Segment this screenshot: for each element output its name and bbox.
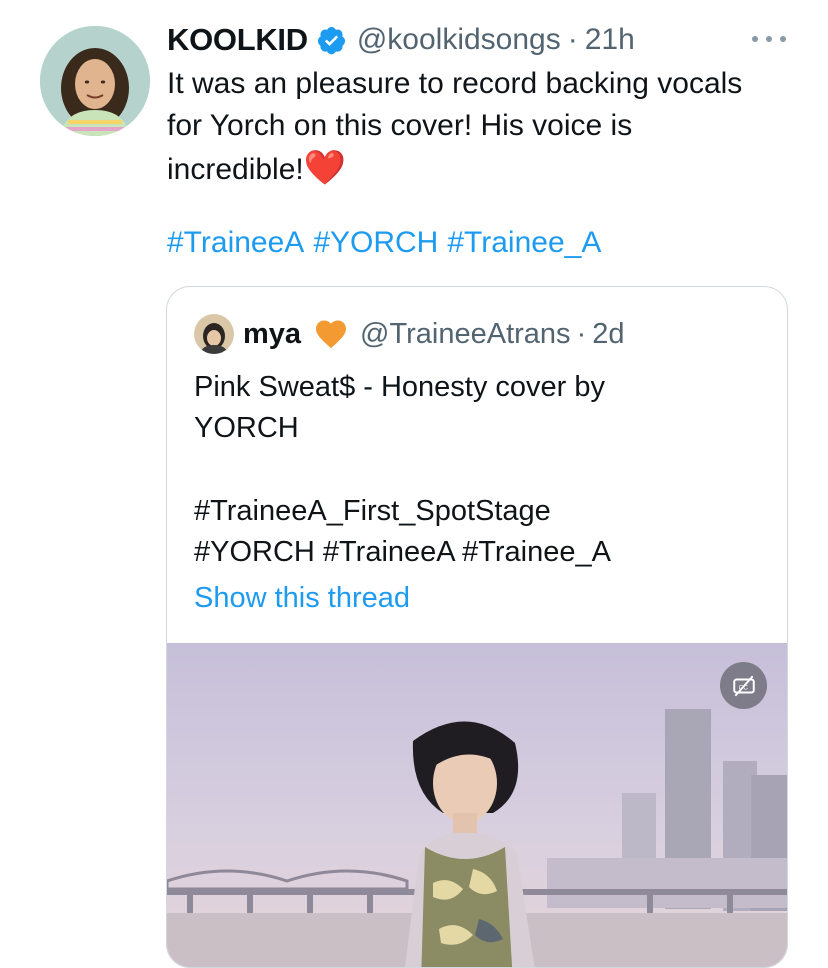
hashtag-link[interactable]: #Trainee_A [447,226,601,259]
quoted-author-avatar[interactable] [194,314,234,354]
tweet-header: KOOLKID @koolkidsongs · 21h [167,20,635,60]
more-options-icon[interactable] [752,26,786,52]
tweet-text: It was an pleasure to record backing voc… [167,63,807,191]
more-dot [752,36,758,42]
tweet-text-line: for Yorch on this cover! His voice is [167,109,633,142]
more-dot [766,36,772,42]
separator-dot: · [567,23,578,56]
tweet-text-line: It was an pleasure to record backing voc… [167,67,743,100]
video-thumbnail[interactable] [167,643,787,967]
captions-off-icon[interactable]: CC [720,662,767,709]
tweet-text-line: incredible!❤️ [167,147,807,191]
author-handle[interactable]: @koolkidsongs [357,23,561,57]
hashtag-link[interactable]: #YORCH [313,226,438,259]
quoted-tweet-text: Pink Sweat$ - Honesty cover by YORCH [194,367,754,449]
red-heart-emoji: ❤️ [303,149,347,187]
hashtag-link[interactable]: #TraineeA [167,226,304,259]
tweet-text-line-content: incredible! [167,153,304,186]
quoted-text-line: YORCH [194,412,299,444]
quoted-hashtags: #TraineeA_First_SpotStage #YORCH #Traine… [194,491,754,573]
quoted-author-handle[interactable]: @TraineeAtrans [360,318,571,351]
quoted-tweet-header: mya @TraineeAtrans · 2d [194,314,625,354]
author-name[interactable]: KOOLKID [167,22,308,58]
captions-icon-glyph: CC [732,675,755,696]
video-frame-image [167,643,787,967]
quoted-timestamp[interactable]: 2d [592,318,624,351]
quoted-text-line: Pink Sweat$ - Honesty cover by [194,371,606,403]
quoted-avatar-image [194,314,234,354]
avatar-image [40,26,150,136]
author-avatar[interactable] [40,26,150,136]
more-dot [780,36,786,42]
tweet-timestamp[interactable]: 21h [585,23,635,57]
tweet-hashtags: #TraineeA #YORCH #Trainee_A [167,226,610,260]
verified-badge-icon [317,26,345,54]
separator-dot: · [576,317,587,350]
orange-heart-icon [316,320,347,349]
quoted-author-name[interactable]: mya [243,318,301,351]
quoted-hashtags-line[interactable]: #TraineeA_First_SpotStage [194,491,754,532]
quoted-tweet[interactable]: mya @TraineeAtrans · 2d Pink Sweat$ - Ho… [166,286,788,968]
show-thread-link[interactable]: Show this thread [194,582,410,615]
quoted-hashtags-line[interactable]: #YORCH #TraineeA #Trainee_A [194,532,754,573]
